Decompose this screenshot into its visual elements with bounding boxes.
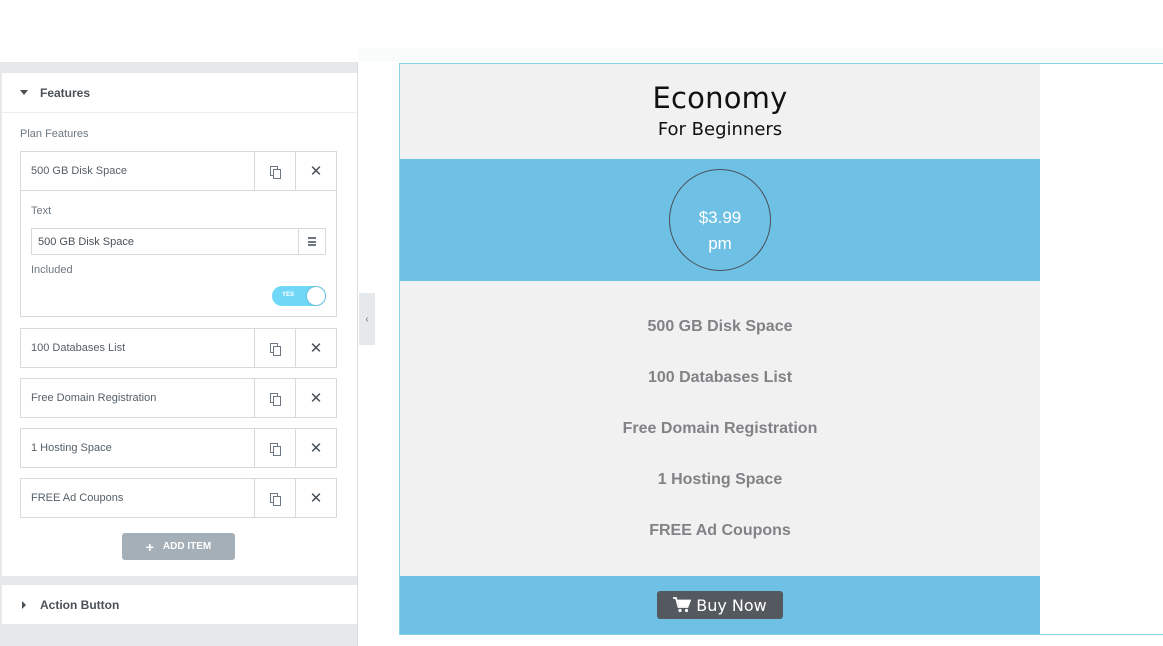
action-button-section: Action Button: [2, 585, 357, 624]
text-field[interactable]: 500 GB Disk Space: [31, 228, 326, 255]
repeater-item-body: Text 500 GB Disk Space Included YES: [21, 190, 336, 316]
close-icon: ✕: [309, 489, 323, 507]
duplicate-button[interactable]: [254, 152, 295, 190]
repeater-item-title[interactable]: 1 Hosting Space: [21, 429, 254, 467]
buy-now-label: Buy Now: [696, 595, 767, 615]
included-toggle[interactable]: YES: [272, 286, 326, 306]
included-label: Included: [31, 264, 73, 276]
toggle-label: YES: [282, 292, 295, 298]
price-band: $3.99 pm: [400, 159, 1040, 281]
caret-down-icon: [20, 90, 28, 95]
close-icon: ✕: [309, 439, 323, 457]
copy-icon: [270, 392, 281, 406]
add-item-button[interactable]: + ADD ITEM: [122, 533, 235, 560]
remove-button[interactable]: ✕: [295, 379, 336, 417]
duplicate-button[interactable]: [254, 479, 295, 517]
repeater-item: 100 Databases List ✕: [20, 328, 337, 368]
copy-icon: [270, 342, 281, 356]
copy-icon: [270, 492, 281, 506]
features-section-header[interactable]: Features: [2, 73, 357, 113]
feature-item: 500 GB Disk Space: [647, 318, 793, 335]
copy-icon: [270, 165, 281, 179]
preview-top-bar: [359, 48, 1163, 62]
repeater-item: Free Domain Registration ✕: [20, 378, 337, 418]
add-item-label: ADD ITEM: [162, 541, 212, 552]
copy-icon: [270, 442, 281, 456]
feature-item: 100 Databases List: [647, 369, 793, 386]
remove-button[interactable]: ✕: [295, 479, 336, 517]
action-button-section-header[interactable]: Action Button: [2, 585, 357, 624]
plan-features-label: Plan Features: [20, 128, 89, 140]
plan-subtitle: For Beginners: [657, 119, 783, 140]
preview-widget-frame[interactable]: Economy For Beginners $3.99 pm 500 GB Di…: [399, 63, 1163, 635]
chevron-left-icon: ‹: [365, 313, 369, 325]
text-field-value[interactable]: 500 GB Disk Space: [32, 229, 298, 254]
repeater-item-title[interactable]: 500 GB Disk Space: [21, 152, 254, 190]
dynamic-tags-button[interactable]: [298, 229, 325, 254]
price-circle: $3.99 pm: [669, 169, 771, 271]
remove-button[interactable]: ✕: [295, 152, 336, 190]
close-icon: ✕: [309, 389, 323, 407]
editor-panel: Features Plan Features 500 GB Disk Space…: [0, 62, 358, 646]
features-section-title: Features: [40, 85, 91, 100]
database-icon: [308, 237, 316, 246]
repeater-item: 1 Hosting Space ✕: [20, 428, 337, 468]
repeater-item-title[interactable]: 100 Databases List: [21, 329, 254, 367]
repeater-item-title[interactable]: Free Domain Registration: [21, 379, 254, 417]
duplicate-button[interactable]: [254, 329, 295, 367]
duplicate-button[interactable]: [254, 429, 295, 467]
price-period: pm: [708, 234, 732, 253]
buy-now-button[interactable]: Buy Now: [657, 591, 783, 619]
price-table: Economy For Beginners $3.99 pm 500 GB Di…: [400, 64, 1040, 634]
feature-item: Free Domain Registration: [622, 420, 818, 437]
close-icon: ✕: [309, 339, 323, 357]
toggle-knob: [307, 287, 325, 305]
caret-right-icon: [22, 600, 26, 609]
price-table-header: Economy For Beginners: [400, 64, 1040, 159]
cart-icon: [673, 597, 692, 613]
price-amount: $3.99: [698, 208, 742, 227]
text-field-label: Text: [31, 205, 52, 217]
plus-icon: +: [145, 538, 154, 555]
feature-list: 500 GB Disk Space 100 Databases List Fre…: [400, 281, 1040, 576]
repeater-item-title[interactable]: FREE Ad Coupons: [21, 479, 254, 517]
plan-title: Economy: [652, 81, 788, 115]
remove-button[interactable]: ✕: [295, 329, 336, 367]
feature-item: 1 Hosting Space: [657, 471, 783, 488]
features-section: Features Plan Features 500 GB Disk Space…: [2, 73, 357, 576]
close-icon: ✕: [309, 162, 323, 180]
duplicate-button[interactable]: [254, 379, 295, 417]
panel-collapse-handle[interactable]: ‹: [359, 293, 375, 345]
repeater-item: FREE Ad Coupons ✕: [20, 478, 337, 518]
repeater-item: 500 GB Disk Space ✕ Text 500 GB Disk Spa…: [20, 151, 337, 317]
price-table-footer: Buy Now: [400, 576, 1040, 634]
feature-item: FREE Ad Coupons: [649, 522, 791, 539]
remove-button[interactable]: ✕: [295, 429, 336, 467]
action-button-section-title: Action Button: [40, 597, 120, 612]
